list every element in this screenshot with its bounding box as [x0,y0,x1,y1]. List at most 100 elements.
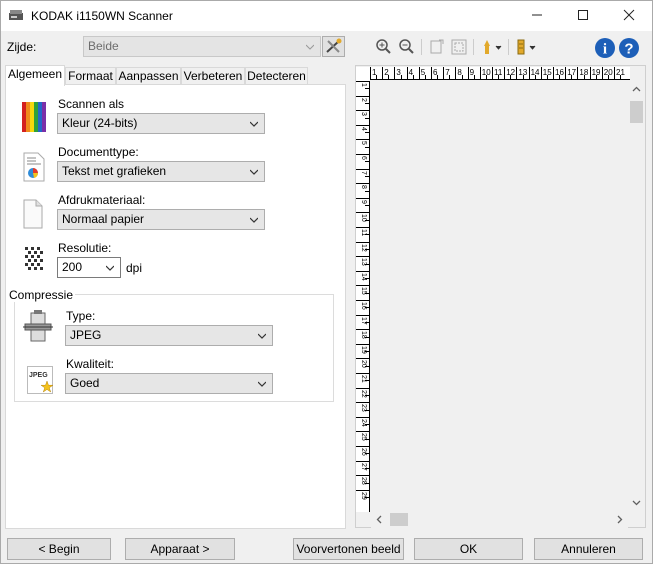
chevron-down-icon [250,169,258,175]
cancel-button[interactable]: Annuleren [534,538,643,560]
ruler-tick [365,146,369,148]
device-button[interactable]: Apparaat > [125,538,235,560]
ruler-number: 4 [408,68,414,77]
ruler-tick [382,67,384,79]
ruler-tick [431,67,432,79]
ruler-number: 11 [360,229,367,237]
ruler-tick [577,67,579,79]
resolution-value: 200 [62,260,83,274]
maximize-button[interactable] [560,1,606,31]
ruler-number: 9 [360,199,367,204]
tab-detecteren[interactable]: Detecteren [245,67,308,85]
tab-formaat[interactable]: Formaat [65,67,116,85]
ruler-number: 20 [360,360,367,369]
vertical-ruler: 1 2 3 4 5 6 7 8 9 10 11 12 13 14 15 16 17 18 19 20 21 22 23 24 2… [356,81,370,512]
scroll-down-icon[interactable] [632,498,641,507]
ruler-tick [356,124,369,126]
ruler-tick [565,67,567,79]
ruler-tick [356,168,369,170]
ruler-tick [365,190,369,192]
document-type-icon [23,152,45,182]
vertical-scroll-thumb[interactable] [630,101,643,123]
chevron-down-icon [250,217,258,223]
preview-area[interactable] [355,65,646,528]
ruler-tick [356,197,369,199]
ruler-number: 17 [360,316,367,325]
resolution-icon [25,247,43,270]
chevron-down-icon [106,265,114,271]
ruler-number: 7 [445,68,450,77]
scroll-left-icon[interactable] [375,515,384,524]
back-button[interactable]: < Begin [7,538,111,560]
ruler-tick [504,67,506,79]
side-select[interactable]: Beide [83,36,321,57]
ruler-tick [356,270,369,272]
ruler-tick [418,67,420,79]
ruler-number: 27 [360,462,367,471]
ruler-tick [365,205,369,207]
minimize-button[interactable] [514,1,560,31]
scroll-right-icon[interactable] [615,515,624,524]
ruler-tick [540,67,542,79]
ruler-number: 2 [384,68,389,77]
rotate-icon[interactable] [427,37,447,57]
preview-area-icon[interactable] [513,37,539,57]
horizontal-scrollbar[interactable] [371,511,628,528]
settings-shortcut-button[interactable] [322,36,345,57]
ruler-number: 19 [360,345,367,354]
horizontal-ruler: 1 2 3 4 5 6 7 8 9 10 11 12 13 14 15 16 17 18 19 20 21 [370,67,630,80]
tab-verbeteren[interactable]: Verbeteren [181,67,245,85]
tab-aanpassen[interactable]: Aanpassen [116,67,181,85]
ruler-number: 8 [360,185,367,190]
ruler-number: 25 [360,433,367,442]
scan-as-select[interactable]: Kleur (24-bits) [57,113,265,134]
jpeg-icon-text: JPEG [29,372,48,379]
preview-button[interactable]: Voorvertonen beeld [293,538,404,560]
ruler-tick [406,67,408,79]
ruler-tick [365,175,369,177]
info-icon[interactable]: i [594,37,616,59]
ruler-number: 16 [555,68,564,77]
ruler-number: 15 [542,68,552,77]
svg-text:?: ? [624,41,633,58]
scan-as-label: Scannen als [58,97,125,111]
ok-button[interactable]: OK [414,538,523,560]
ruler-number: 3 [360,112,367,117]
close-button[interactable] [606,1,652,31]
zoom-in-icon[interactable] [374,37,394,57]
ruler-tick [479,67,481,79]
horizontal-scroll-thumb[interactable] [390,513,408,526]
paper-icon [23,199,43,229]
media-select[interactable]: Normaal papier [57,209,265,230]
ruler-number: 9 [469,68,475,77]
quality-select[interactable]: Goed [65,373,273,394]
scanner-window: KODAK i1150WN Scanner Zijde: Beide i ? A… [0,0,653,564]
device-icon[interactable] [479,37,505,57]
ruler-corner [356,67,370,81]
help-icon[interactable]: ? [618,37,640,59]
ruler-number: 5 [360,141,367,146]
ruler-number: 13 [518,68,528,77]
scroll-up-icon[interactable] [632,85,641,94]
ruler-number: 12 [360,243,367,252]
star-icon [41,381,53,393]
ruler-tick [365,102,369,104]
compression-type-select[interactable]: JPEG [65,325,273,346]
compression-label: Compressie [7,288,76,302]
quality-value: Goed [70,376,100,390]
maximize-icon [578,10,588,20]
quality-label: Kwaliteit: [66,357,115,371]
document-type-select[interactable]: Tekst met grafieken [57,161,265,182]
tab-algemeen[interactable]: Algemeen [5,65,65,86]
resolution-select[interactable]: 200 [57,257,121,278]
close-icon [623,9,635,21]
ruler-tick [516,67,518,79]
fit-icon[interactable] [449,37,469,57]
document-type-value: Tekst met grafieken [62,164,167,178]
window-title: KODAK i1150WN Scanner [31,9,173,23]
ruler-tick [356,373,369,374]
zoom-out-icon[interactable] [397,37,417,57]
compression-type-label: Type: [66,309,96,323]
ruler-tick [492,67,493,79]
vertical-scrollbar[interactable] [628,81,645,512]
